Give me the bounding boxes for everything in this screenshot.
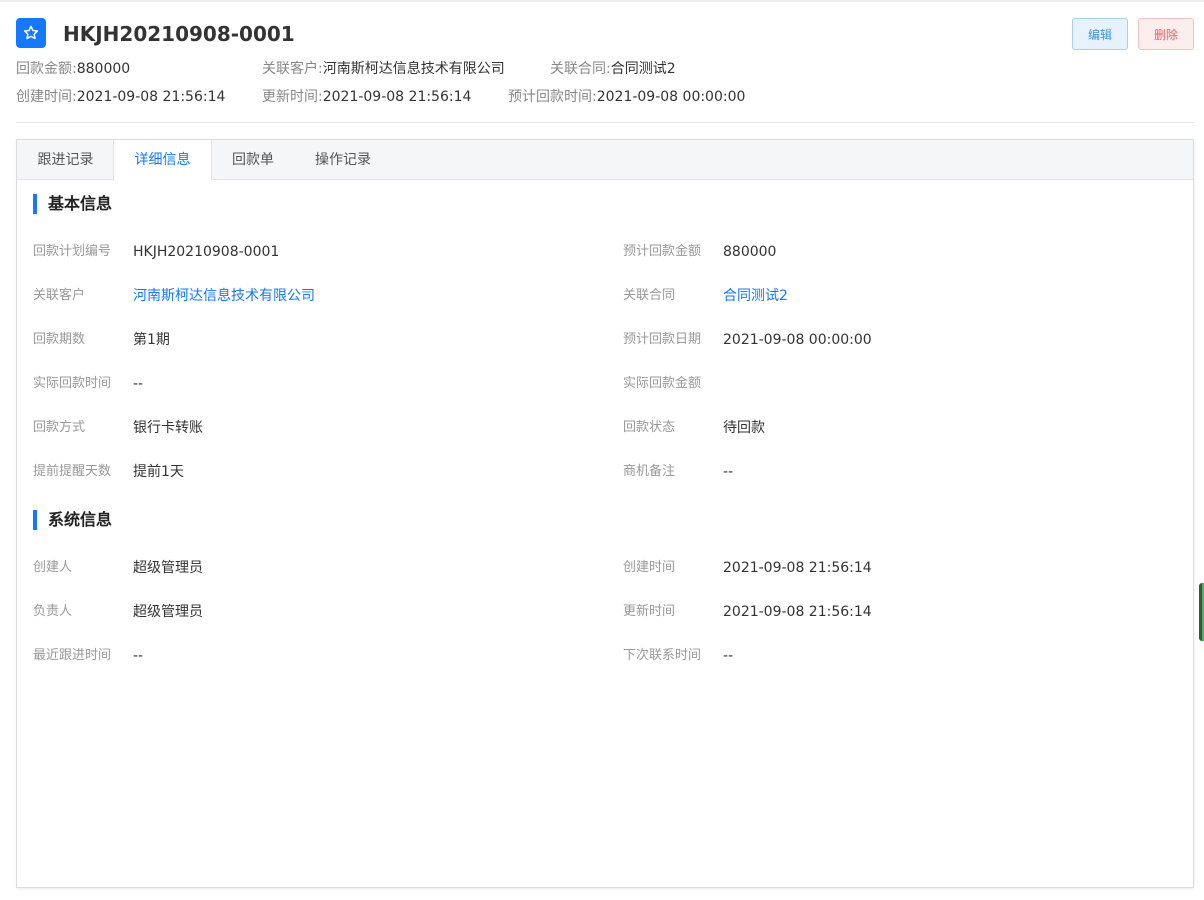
meta-created: 创建时间:2021-09-08 21:56:14	[16, 87, 225, 107]
field-value: 待回款	[723, 420, 765, 436]
meta-updated-label: 更新时间:	[262, 89, 323, 105]
meta-planned-label: 预计回款时间:	[508, 89, 597, 105]
contract-link[interactable]: 合同测试2	[723, 286, 788, 306]
delete-button[interactable]: 删除	[1138, 18, 1194, 50]
side-drawer-handle[interactable]	[1199, 583, 1204, 641]
page-header: HKJH20210908-0001 编辑 删除	[16, 18, 1194, 50]
tab-operation-log[interactable]: 操作记录	[294, 140, 392, 180]
field-label: 实际回款时间	[33, 376, 112, 391]
meta-updated-value: 2021-09-08 21:56:14	[322, 89, 472, 105]
field-label: 预计回款金额	[623, 244, 702, 259]
field-label: 下次联系时间	[623, 648, 702, 663]
page-title: HKJH20210908-0001	[63, 22, 295, 46]
meta-planned: 预计回款时间:2021-09-08 00:00:00	[508, 87, 745, 107]
field-value: --	[133, 376, 144, 392]
field-label: 更新时间	[623, 604, 676, 619]
tab-bar: 跟进记录 详细信息 回款单 操作记录	[17, 140, 1193, 181]
field-value: --	[723, 648, 734, 664]
field-value: 银行卡转账	[133, 420, 203, 436]
field-label: 最近跟进时间	[33, 648, 112, 663]
star-icon[interactable]	[16, 18, 46, 48]
top-border	[0, 0, 1204, 2]
tab-follow-up[interactable]: 跟进记录	[17, 140, 114, 180]
meta-amount: 回款金额:880000	[16, 59, 130, 79]
field-label: 创建时间	[623, 560, 676, 575]
field-value: --	[133, 648, 144, 664]
header-divider	[16, 122, 1194, 123]
field-value: 2021-09-08 21:56:14	[723, 560, 872, 576]
meta-created-value: 2021-09-08 21:56:14	[76, 89, 226, 105]
meta-amount-value: 880000	[76, 61, 131, 77]
field-label: 预计回款日期	[623, 332, 702, 347]
tab-payment-receipts[interactable]: 回款单	[212, 140, 294, 180]
field-value: HKJH20210908-0001	[133, 244, 280, 260]
field-label: 关联合同	[623, 288, 676, 303]
field-label: 商机备注	[623, 464, 676, 479]
meta-updated: 更新时间:2021-09-08 21:56:14	[262, 87, 471, 107]
meta-contract-value: 合同测试2	[610, 61, 676, 77]
meta-customer: 关联客户:河南斯柯达信息技术有限公司	[262, 59, 505, 79]
edit-button[interactable]: 编辑	[1072, 18, 1128, 50]
meta-amount-label: 回款金额:	[16, 61, 77, 77]
field-label: 回款期数	[33, 332, 86, 347]
field-value: 880000	[723, 244, 777, 260]
meta-planned-value: 2021-09-08 00:00:00	[596, 89, 746, 105]
section-system-title: 系统信息	[33, 510, 112, 530]
field-label: 回款方式	[33, 420, 86, 435]
meta-created-label: 创建时间:	[16, 89, 77, 105]
meta-contract-label: 关联合同:	[550, 61, 611, 77]
section-basic-title: 基本信息	[33, 194, 112, 214]
detail-panel: 跟进记录 详细信息 回款单 操作记录 基本信息 回款计划编号 HKJH20210…	[16, 139, 1194, 888]
field-value: 2021-09-08 21:56:14	[723, 604, 872, 620]
tab-details[interactable]: 详细信息	[113, 140, 212, 181]
meta-customer-label: 关联客户:	[262, 61, 323, 77]
field-value: 2021-09-08 00:00:00	[723, 332, 872, 348]
field-value: 第1期	[133, 332, 170, 348]
field-label: 实际回款金额	[623, 376, 702, 391]
field-label: 提前提醒天数	[33, 464, 112, 479]
field-value: 超级管理员	[133, 560, 203, 576]
field-value: 超级管理员	[133, 604, 203, 620]
field-value: 提前1天	[133, 464, 184, 480]
customer-link[interactable]: 河南斯柯达信息技术有限公司	[133, 286, 315, 306]
field-label: 回款状态	[623, 420, 676, 435]
field-label: 创建人	[33, 560, 73, 575]
field-label: 负责人	[33, 604, 73, 619]
field-label: 关联客户	[33, 288, 86, 303]
meta-customer-value: 河南斯柯达信息技术有限公司	[322, 61, 505, 77]
meta-contract: 关联合同:合同测试2	[550, 59, 676, 79]
field-label: 回款计划编号	[33, 244, 112, 259]
field-value: --	[723, 464, 734, 480]
